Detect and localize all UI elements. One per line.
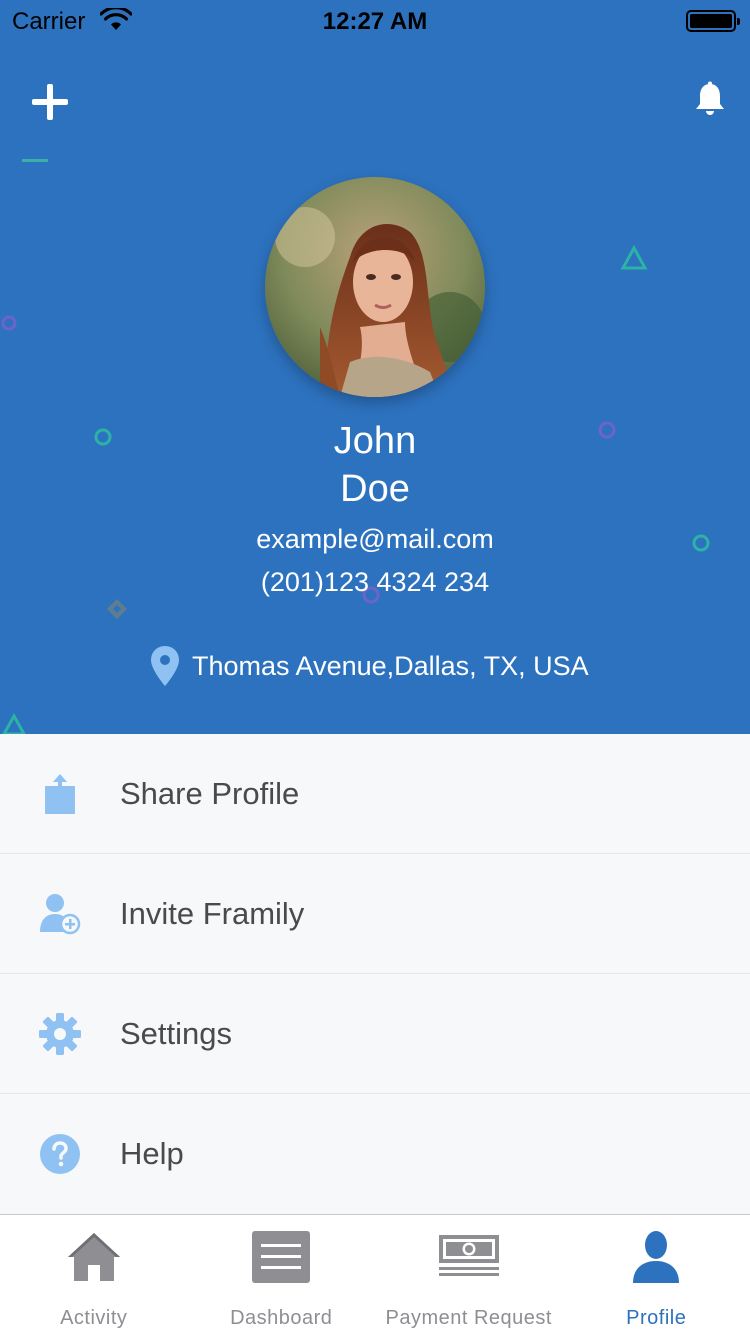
share-profile-item[interactable]: Share Profile	[0, 734, 750, 854]
location-pin-icon	[151, 646, 179, 686]
tab-payment-request[interactable]: Payment Request	[375, 1215, 563, 1334]
battery-icon	[686, 10, 740, 32]
status-bar: Carrier 12:27 AM	[0, 0, 750, 40]
tab-profile[interactable]: Profile	[563, 1215, 750, 1334]
dashboard-icon	[252, 1231, 311, 1283]
share-profile-label: Share Profile	[120, 776, 300, 811]
invite-family-item[interactable]: Invite Framily	[0, 854, 750, 974]
tab-payment-request-label: Payment Request	[385, 1307, 552, 1329]
decorative-diamond	[107, 599, 127, 619]
invite-family-label: Invite Framily	[120, 896, 305, 931]
profile-first-name: John	[333, 420, 417, 462]
profile-header: Carrier 12:27 AM John Doe example@mail.c…	[0, 0, 750, 734]
add-user-icon	[40, 894, 81, 935]
tab-bar: Activity Dashboard Payment Request Profi…	[0, 1214, 750, 1334]
plus-icon	[32, 84, 68, 120]
decorative-triangle	[2, 713, 26, 734]
bell-icon	[696, 81, 724, 115]
tab-activity[interactable]: Activity	[0, 1215, 188, 1334]
gear-icon	[39, 1013, 81, 1055]
settings-item[interactable]: Settings	[0, 974, 750, 1094]
profile-email: example@mail.com	[256, 524, 494, 554]
decorative-dash	[22, 159, 48, 162]
avatar[interactable]	[265, 177, 485, 397]
profile-location: Thomas Avenue,Dallas, TX, USA	[150, 644, 589, 688]
decorative-triangle	[620, 245, 648, 270]
tab-dashboard[interactable]: Dashboard	[188, 1215, 376, 1334]
profile-last-name: Doe	[340, 468, 410, 510]
tab-profile-label: Profile	[626, 1307, 687, 1329]
help-label: Help	[120, 1136, 184, 1171]
settings-label: Settings	[120, 1016, 233, 1051]
notifications-button[interactable]	[690, 80, 730, 120]
profile-icon	[633, 1231, 680, 1283]
share-icon	[45, 774, 75, 814]
location-text: Thomas Avenue,Dallas, TX, USA	[192, 650, 589, 681]
money-icon	[438, 1235, 499, 1276]
status-time: 12:27 AM	[322, 8, 428, 35]
decorative-ring	[1, 315, 17, 331]
add-button[interactable]	[28, 80, 72, 124]
tab-activity-label: Activity	[60, 1307, 128, 1329]
profile-photo	[265, 177, 485, 397]
profile-menu: Share Profile Invite Framily Settings He…	[0, 734, 750, 1214]
help-icon	[40, 1134, 80, 1174]
profile-phone: (201)123 4324 234	[260, 567, 490, 597]
help-item[interactable]: Help	[0, 1094, 750, 1214]
tab-dashboard-label: Dashboard	[230, 1307, 333, 1329]
home-icon	[67, 1233, 120, 1281]
